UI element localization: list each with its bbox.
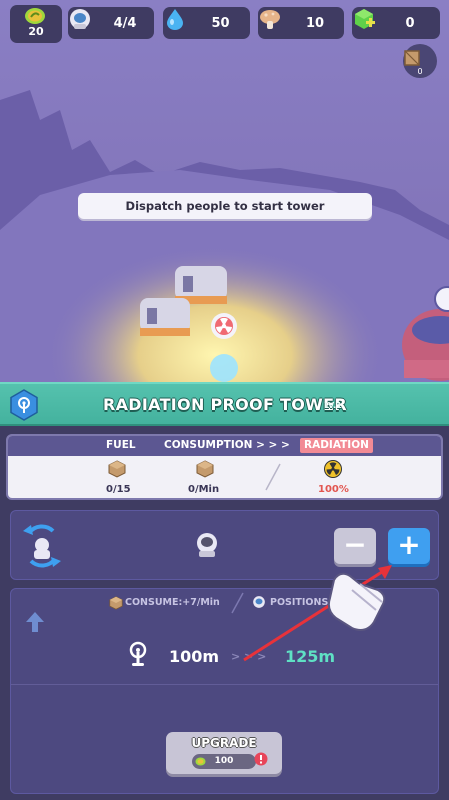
food-counter[interactable]: 10: [258, 7, 344, 39]
fuel-value: 0/15: [106, 484, 131, 495]
upgrade-cost: 100: [192, 754, 256, 769]
info-card: FUEL CONSUMPTION > > > RADIATION 0/15 0/…: [6, 434, 443, 500]
consume-crate-icon: [109, 596, 123, 610]
days-value: 20: [28, 25, 44, 38]
astronaut-icon: [70, 9, 90, 29]
cost-coin-icon: [195, 757, 206, 766]
green-gem-plus-icon: [355, 9, 375, 29]
range-tower-icon: [129, 641, 147, 666]
crate-count: 0: [417, 67, 423, 76]
water-counter[interactable]: 50: [163, 7, 250, 39]
building-title: RADIATION PROOF TOWER: [103, 395, 347, 414]
building-level: LV.1: [324, 401, 342, 410]
water-drop-icon: [167, 9, 183, 30]
positions-astronaut-icon: [253, 596, 265, 608]
upgrade-button[interactable]: UPGRADE 100: [166, 732, 282, 774]
add-worker-button[interactable]: +: [388, 528, 430, 564]
upgrade-label: UPGRADE: [191, 736, 257, 750]
building-banner: RADIATION PROOF TOWER LV.1: [0, 382, 449, 426]
warning-icon: [254, 752, 268, 766]
gem-counter[interactable]: 0: [352, 7, 440, 39]
consume-text: CONSUME:+7/Min: [125, 597, 220, 608]
consumption-crate-icon: [196, 460, 214, 478]
water-value: 50: [211, 15, 230, 31]
crate-button[interactable]: 0: [403, 44, 437, 78]
upgrade-arrow-icon: [26, 612, 44, 632]
mushroom-icon: [260, 10, 280, 29]
tutorial-hand-icon: [327, 572, 386, 631]
food-value: 10: [305, 15, 325, 31]
consumption-label: CONSUMPTION > > >: [164, 439, 290, 451]
dispatch-tooltip: Dispatch people to start tower: [78, 193, 372, 219]
radiation-icon: [324, 460, 342, 478]
leaf-coin-icon: [25, 8, 45, 24]
fuel-label: FUEL: [106, 439, 136, 451]
days-counter[interactable]: 20: [10, 5, 62, 43]
shelter-tent: [140, 298, 190, 336]
worker-slot-icon: [197, 533, 217, 557]
upgrade-divider: [11, 684, 438, 685]
range-next: 125m: [285, 647, 336, 666]
radiation-marker[interactable]: [211, 313, 237, 339]
info-header: FUEL CONSUMPTION > > > RADIATION: [8, 436, 441, 456]
upgrade-cost-value: 100: [214, 756, 234, 766]
consume-divider: [231, 592, 244, 614]
remove-worker-button[interactable]: −: [334, 528, 376, 564]
slash-divider: [265, 463, 281, 491]
swap-worker-button[interactable]: [15, 519, 69, 573]
crate-icon: [404, 50, 420, 66]
gem-value: 0: [405, 15, 415, 31]
radiation-value: 100%: [318, 484, 349, 495]
fuel-crate-icon: [108, 460, 126, 478]
range-arrows: > > >: [231, 650, 267, 663]
radiation-label: RADIATION: [300, 438, 373, 453]
tower-hex-icon: [10, 389, 38, 421]
population-value: 4/4: [113, 15, 137, 31]
consumption-value: 0/Min: [188, 484, 220, 495]
scene-terrain: [0, 90, 449, 382]
game-scene[interactable]: 20 4/4 50 10 0 0 Dispatch people to star…: [0, 0, 449, 382]
population-counter[interactable]: 4/4: [68, 7, 154, 39]
range-current: 100m: [169, 647, 220, 666]
